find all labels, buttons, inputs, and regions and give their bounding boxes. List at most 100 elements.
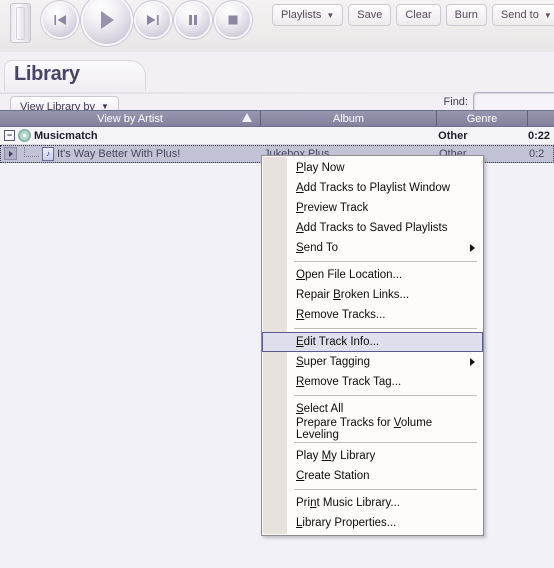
menu-item-select-all[interactable]: Select All <box>262 399 483 419</box>
column-header-album[interactable]: Album <box>261 111 437 126</box>
table-row[interactable]: − Musicmatch Other 0:22 <box>0 127 554 145</box>
pause-button[interactable] <box>176 3 210 37</box>
menu-item-label: Add Tracks to Saved Playlists <box>296 222 448 234</box>
menu-separator <box>294 442 477 443</box>
burn-button[interactable]: Burn <box>445 4 487 26</box>
stop-button[interactable] <box>216 3 250 37</box>
submenu-arrow-icon <box>470 244 475 252</box>
clear-button[interactable]: Clear <box>396 4 441 26</box>
cell-time: 0:2 <box>529 147 545 160</box>
row-artist-label: Musicmatch <box>34 129 98 142</box>
menu-separator <box>294 489 477 490</box>
accelerator-letter: P <box>296 202 304 214</box>
menu-item-label: Edit Track Info... <box>296 336 380 348</box>
menu-item-library-properties[interactable]: Library Properties... <box>262 513 483 533</box>
playlists-button[interactable]: Playlists ▼ <box>272 4 344 26</box>
save-label: Save <box>357 9 383 21</box>
menu-item-label: Super Tagging <box>296 356 370 368</box>
column-headers: View by Artist Album Genre <box>0 110 554 127</box>
menu-item-open-file-location[interactable]: Open File Location... <box>262 265 483 285</box>
send-to-button[interactable]: Send to ▼ <box>491 4 554 26</box>
clear-label: Clear <box>405 9 432 21</box>
menu-item-add-tracks-to-saved-playlists[interactable]: Add Tracks to Saved Playlists <box>262 218 483 238</box>
menu-item-label: Remove Track Tag... <box>296 376 402 388</box>
menu-item-label: Print Music Library... <box>296 497 400 509</box>
accelerator-letter: V <box>393 417 401 429</box>
menu-separator <box>294 328 477 329</box>
next-icon <box>146 14 160 26</box>
menu-item-label: Repair Broken Links... <box>296 289 410 301</box>
action-toolbar: Playlists ▼ Save Clear Burn Send to ▼ <box>272 4 554 26</box>
cell-genre: Other <box>438 129 468 142</box>
menu-item-send-to[interactable]: Send To <box>262 238 483 258</box>
accelerator-letter: S <box>296 356 304 368</box>
tree-connector-icon <box>24 146 39 157</box>
menu-item-label: Prepare Tracks for Volume Leveling <box>296 417 433 441</box>
menu-item-label: Send To <box>296 242 338 254</box>
cell-time: 0:22 <box>528 129 551 142</box>
play-icon <box>98 10 116 30</box>
menu-item-label: Create Station <box>296 470 370 482</box>
menu-item-label: Open File Location... <box>296 269 403 281</box>
menu-item-add-tracks-to-playlist-window[interactable]: Add Tracks to Playlist Window <box>262 178 483 198</box>
menu-item-create-station[interactable]: Create Station <box>262 466 483 486</box>
cell-artist: ♪ It's Way Better With Plus! <box>0 146 260 161</box>
chevron-down-icon: ▼ <box>326 10 335 20</box>
menu-separator <box>294 395 477 396</box>
menu-item-remove-tracks[interactable]: Remove Tracks... <box>262 305 483 325</box>
playlists-label: Playlists <box>281 9 322 21</box>
accelerator-letter: S <box>296 403 304 415</box>
library-header: Library View Library by ▼ Find: <box>0 52 554 117</box>
menu-item-label: Remove Tracks... <box>296 309 386 321</box>
player-toolbar: Playlists ▼ Save Clear Burn Send to ▼ <box>0 0 554 52</box>
accelerator-letter: R <box>296 376 305 388</box>
menu-item-edit-track-info[interactable]: Edit Track Info... <box>262 332 483 352</box>
accelerator-letter: A <box>296 222 304 234</box>
volume-slider[interactable] <box>10 3 31 43</box>
page-title: Library <box>14 63 80 85</box>
menu-item-label: Select All <box>296 403 344 415</box>
column-header-genre-label: Genre <box>466 112 498 125</box>
accelerator-letter: L <box>296 517 303 529</box>
disc-icon <box>18 129 31 142</box>
context-menu: Play Now Add Tracks to Playlist Window Pre… <box>261 155 484 536</box>
accelerator-letter: M <box>321 450 332 462</box>
column-header-artist[interactable]: View by Artist <box>0 111 261 126</box>
menu-item-print-music-library[interactable]: Print Music Library... <box>262 493 483 513</box>
menu-item-super-tagging[interactable]: Super Tagging <box>262 352 483 372</box>
menu-item-repair-broken-links[interactable]: Repair Broken Links... <box>262 285 483 305</box>
send-to-label: Send to <box>500 9 539 21</box>
pause-icon <box>187 14 199 26</box>
column-header-genre[interactable]: Genre <box>437 111 528 126</box>
play-button[interactable] <box>83 0 131 44</box>
menu-item-label: Add Tracks to Playlist Window <box>296 182 451 194</box>
column-header-album-label: Album <box>332 112 365 125</box>
menu-item-list: Play Now Add Tracks to Playlist Window Pre… <box>262 158 483 533</box>
submenu-arrow-icon <box>470 358 475 366</box>
stop-icon <box>227 14 239 26</box>
column-header-time[interactable] <box>528 111 554 126</box>
previous-icon <box>53 14 67 26</box>
menu-item-play-now[interactable]: Play Now <box>262 158 483 178</box>
menu-item-label: Play My Library <box>296 450 376 462</box>
menu-item-label: Play Now <box>296 162 345 174</box>
menu-item-label: Preview Track <box>296 202 369 214</box>
save-button[interactable]: Save <box>348 4 392 26</box>
accelerator-letter: R <box>296 309 305 321</box>
previous-track-button[interactable] <box>43 3 77 37</box>
transport-controls <box>40 0 260 48</box>
menu-item-remove-track-tag[interactable]: Remove Track Tag... <box>262 372 483 392</box>
burn-label: Burn <box>454 9 478 21</box>
collapse-icon[interactable]: − <box>4 130 15 141</box>
accelerator-letter: B <box>333 289 341 301</box>
accelerator-letter: P <box>296 162 304 174</box>
music-note-icon: ♪ <box>42 146 54 161</box>
accelerator-letter: n <box>310 497 317 509</box>
tab-underline <box>0 92 554 94</box>
row-title-label: It's Way Better With Plus! <box>57 147 181 160</box>
menu-item-preview-track[interactable]: Preview Track <box>262 198 483 218</box>
menu-item-prepare-tracks-for-volume-leveling[interactable]: Prepare Tracks for Volume Leveling <box>262 417 483 441</box>
next-track-button[interactable] <box>136 3 170 37</box>
accelerator-letter: S <box>296 242 304 254</box>
menu-item-play-my-library[interactable]: Play My Library <box>262 446 483 466</box>
